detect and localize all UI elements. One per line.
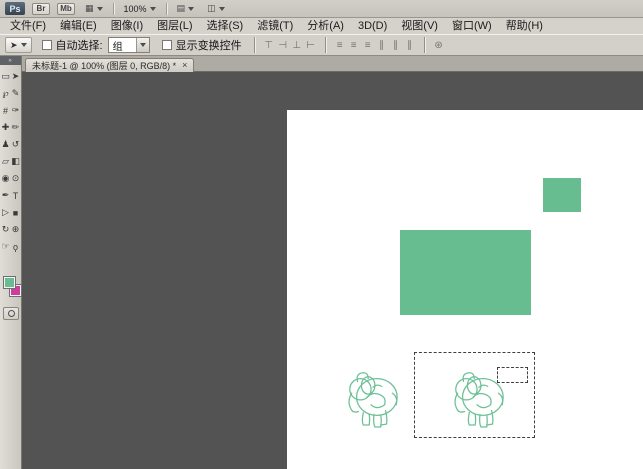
selection-marquee[interactable] <box>414 352 535 438</box>
auto-align-layers-icon[interactable]: ⊛ <box>432 38 446 53</box>
quick-selection-tool[interactable]: ✎ <box>11 85 21 102</box>
auto-select-target-dropdown[interactable]: 组 <box>108 37 150 53</box>
distribute-bottom-edges-icon[interactable]: ≡ <box>361 38 375 53</box>
document-tab-title: 未标题-1 @ 100% (图层 0, RGB/8) * <box>32 59 176 72</box>
align-vertical-centers-icon[interactable]: ⊣ <box>276 38 290 53</box>
menu-file[interactable]: 文件(F) <box>3 18 53 34</box>
align-top-edges-icon[interactable]: ⊤ <box>262 38 276 53</box>
distribute-right-edges-icon[interactable]: ∥ <box>403 38 417 53</box>
menu-3d[interactable]: 3D(D) <box>351 18 394 34</box>
options-separator <box>424 37 425 53</box>
blur-tool[interactable]: ◉ <box>1 170 11 187</box>
menu-window[interactable]: 窗口(W) <box>445 18 499 34</box>
document-tab[interactable]: 未标题-1 @ 100% (图层 0, RGB/8) * × <box>25 58 194 72</box>
history-brush-tool[interactable]: ↺ <box>11 136 21 153</box>
green-rectangle-shape <box>400 230 531 315</box>
menu-bar: 文件(F) 编辑(E) 图像(I) 图层(L) 选择(S) 滤镜(T) 分析(A… <box>0 18 643 34</box>
screen-mode-icon: ◫ <box>207 4 216 13</box>
tool-preset-picker[interactable]: ➤ <box>5 37 32 53</box>
clone-stamp-tool[interactable]: ♟ <box>1 136 11 153</box>
auto-select-label: 自动选择: <box>56 37 103 53</box>
menu-view[interactable]: 视图(V) <box>394 18 445 34</box>
3d-orbit-tool[interactable]: ⊕ <box>11 221 21 238</box>
dodge-tool[interactable]: ⊙ <box>11 170 21 187</box>
chevron-down-icon <box>188 7 194 11</box>
type-tool[interactable]: T <box>11 187 21 204</box>
chevron-down-icon <box>97 7 103 11</box>
dropdown-arrow-button[interactable] <box>136 38 149 52</box>
hand-tool[interactable]: ☞ <box>1 238 11 255</box>
spot-healing-brush-tool[interactable]: ✚ <box>1 119 11 136</box>
crop-tool[interactable]: # <box>1 102 11 119</box>
document-tab-well: 未标题-1 @ 100% (图层 0, RGB/8) * × <box>0 56 643 72</box>
path-selection-tool[interactable]: ▷ <box>1 204 11 221</box>
auto-select-checkbox[interactable] <box>42 40 52 50</box>
pen-tool[interactable]: ✒ <box>1 187 11 204</box>
rectangle-tool[interactable]: ■ <box>11 204 21 221</box>
chevron-down-icon <box>219 7 225 11</box>
zoom-level-value: 100% <box>124 4 147 14</box>
chevron-down-icon <box>140 43 146 47</box>
options-separator <box>254 37 255 53</box>
move-tool[interactable]: ➤ <box>11 68 21 85</box>
zoom-level-dropdown[interactable]: 100% <box>121 3 159 15</box>
tools-grid: ▭ ➤ ℘ ✎ # ✑ ✚ ✏ ♟ ↺ ▱ ◧ ◉ ⊙ ✒ T ▷ ■ ↻ ⊕ … <box>0 68 21 255</box>
rectangular-marquee-tool[interactable]: ▭ <box>1 68 11 85</box>
launch-bridge-button[interactable]: Br <box>32 3 50 15</box>
eyedropper-tool[interactable]: ✑ <box>11 102 21 119</box>
3d-rotate-tool[interactable]: ↻ <box>1 221 11 238</box>
green-square-shape <box>543 178 581 212</box>
quick-mask-mode-button[interactable] <box>3 307 19 320</box>
tool-options-bar: ➤ 自动选择: 组 显示变换控件 ⊤ ⊣ ⊥ ⊢ ≡ ≡ ≡ ∥ ∥ ∥ ⊛ <box>0 34 643 56</box>
move-tool-icon: ➤ <box>10 41 18 50</box>
auto-select-target-value: 组 <box>109 38 136 53</box>
tools-panel: » ▭ ➤ ℘ ✎ # ✑ ✚ ✏ ♟ ↺ ▱ ◧ ◉ ⊙ ✒ T ▷ ■ ↻ … <box>0 56 22 469</box>
brush-tool[interactable]: ✏ <box>11 119 21 136</box>
sketch-drawing-left <box>344 364 402 430</box>
options-separator <box>325 37 326 53</box>
foreground-color-swatch[interactable] <box>4 277 15 288</box>
screen-mode-button[interactable]: ◫ <box>204 3 228 14</box>
show-transform-controls-label: 显示变换控件 <box>176 37 242 53</box>
menu-layer[interactable]: 图层(L) <box>150 18 199 34</box>
distribute-horizontal-centers-icon[interactable]: ∥ <box>389 38 403 53</box>
chevron-down-icon <box>21 43 27 47</box>
application-bar: Ps Br Mb ▦ 100% ▤ ◫ <box>0 0 643 18</box>
show-transform-controls-checkbox[interactable] <box>162 40 172 50</box>
arrange-documents-button[interactable]: ▦ <box>82 3 106 14</box>
launch-mobile-button[interactable]: Mb <box>57 3 75 15</box>
close-document-icon[interactable]: × <box>182 61 187 70</box>
tools-panel-collapse-button[interactable]: » <box>0 56 21 65</box>
arrange-documents-icon: ▦ <box>85 4 94 13</box>
zoom-tool[interactable]: ϙ <box>11 238 21 255</box>
distribute-left-edges-icon[interactable]: ∥ <box>375 38 389 53</box>
menu-select[interactable]: 选择(S) <box>200 18 251 34</box>
align-bottom-edges-icon[interactable]: ⊥ <box>290 38 304 53</box>
menu-filter[interactable]: 滤镜(T) <box>250 18 300 34</box>
lasso-tool[interactable]: ℘ <box>1 85 11 102</box>
canvas-area[interactable] <box>22 72 643 469</box>
photoshop-window: Ps Br Mb ▦ 100% ▤ ◫ 文件(F) 编辑(E) 图像(I) 图层… <box>0 0 643 469</box>
chevron-down-icon <box>150 7 156 11</box>
small-dashed-box[interactable] <box>497 367 528 383</box>
titlebar-separator <box>113 3 114 15</box>
view-extras-button[interactable]: ▤ <box>174 3 198 14</box>
menu-edit[interactable]: 编辑(E) <box>53 18 104 34</box>
distribute-vertical-centers-icon[interactable]: ≡ <box>347 38 361 53</box>
menu-analysis[interactable]: 分析(A) <box>300 18 351 34</box>
titlebar-separator <box>166 3 167 15</box>
gradient-tool[interactable]: ◧ <box>11 153 21 170</box>
quick-mask-icon <box>8 310 15 317</box>
menu-help[interactable]: 帮助(H) <box>499 18 550 34</box>
align-left-edges-icon[interactable]: ⊢ <box>304 38 318 53</box>
eraser-tool[interactable]: ▱ <box>1 153 11 170</box>
photoshop-logo[interactable]: Ps <box>5 2 25 15</box>
view-extras-icon: ▤ <box>177 4 186 13</box>
distribute-top-edges-icon[interactable]: ≡ <box>333 38 347 53</box>
menu-image[interactable]: 图像(I) <box>104 18 150 34</box>
